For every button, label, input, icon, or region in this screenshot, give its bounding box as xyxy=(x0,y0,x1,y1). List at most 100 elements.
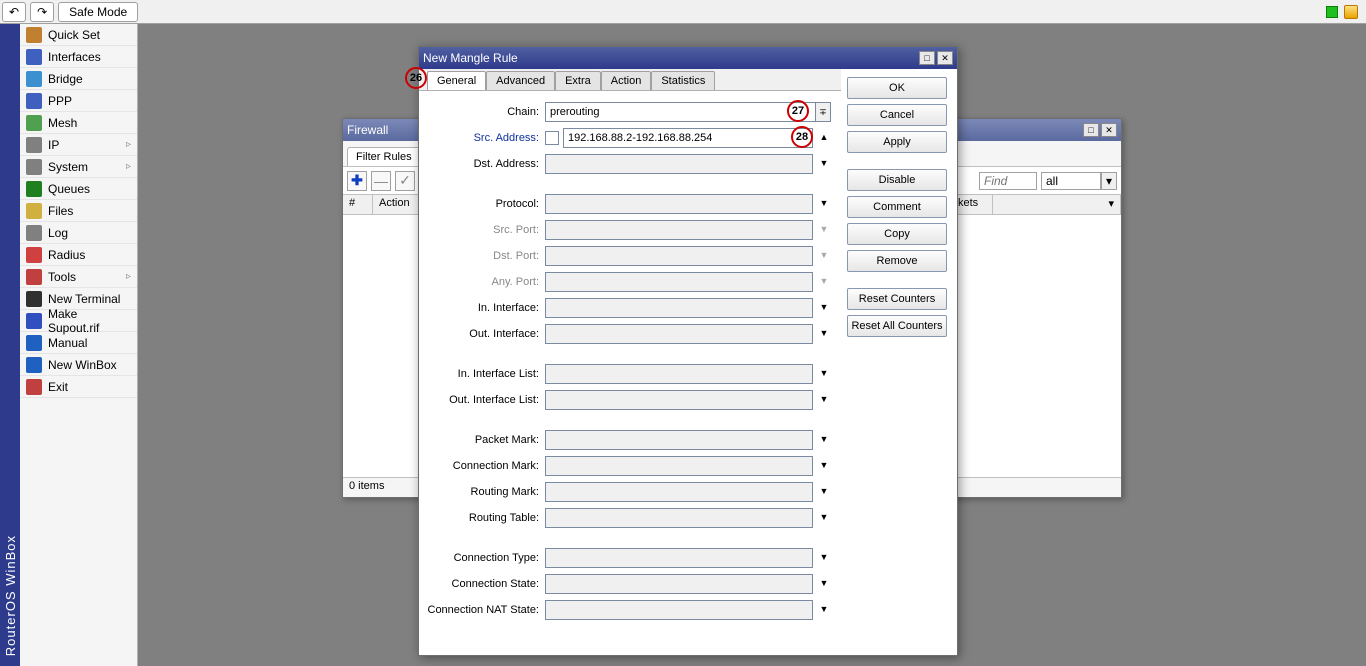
expand-icon[interactable]: ▼ xyxy=(817,456,831,476)
menu-label: Queues xyxy=(48,182,90,196)
disable-button[interactable]: Disable xyxy=(847,169,947,191)
close-button[interactable]: ✕ xyxy=(1101,123,1117,137)
top-toolbar: ↶ ↷ Safe Mode xyxy=(0,0,1366,24)
column-header[interactable]: # xyxy=(343,195,373,214)
menu-label: System xyxy=(48,160,88,174)
menu-icon xyxy=(26,93,42,109)
out-iface-list-input[interactable] xyxy=(545,390,813,410)
mangle-button-column: OK Cancel Apply Disable Comment Copy Remove Res… xyxy=(841,69,957,655)
undo-button[interactable]: ↶ xyxy=(2,2,26,22)
menu-item-exit[interactable]: Exit xyxy=(20,376,137,398)
menu-item-new-winbox[interactable]: New WinBox xyxy=(20,354,137,376)
expand-icon[interactable]: ▼ xyxy=(817,548,831,568)
minimize-button[interactable]: □ xyxy=(1083,123,1099,137)
conn-nat-state-input[interactable] xyxy=(545,600,813,620)
menu-item-bridge[interactable]: Bridge xyxy=(20,68,137,90)
mangle-tab-action[interactable]: Action xyxy=(601,71,652,90)
out-iface-list-label: Out. Interface List: xyxy=(421,394,545,406)
enable-button[interactable]: ✓ xyxy=(395,171,415,191)
ok-button[interactable]: OK xyxy=(847,77,947,99)
menu-label: IP xyxy=(48,138,59,152)
in-iface-list-input[interactable] xyxy=(545,364,813,384)
in-interface-input[interactable] xyxy=(545,298,813,318)
menu-icon xyxy=(26,313,42,329)
src-address-label: Src. Address: xyxy=(421,132,545,144)
routing-mark-label: Routing Mark: xyxy=(421,486,545,498)
safe-mode-button[interactable]: Safe Mode xyxy=(58,2,138,22)
remove-button[interactable]: Remove xyxy=(847,250,947,272)
cancel-button[interactable]: Cancel xyxy=(847,104,947,126)
menu-item-quick-set[interactable]: Quick Set xyxy=(20,24,137,46)
redo-button[interactable]: ↷ xyxy=(30,2,54,22)
expand-icon[interactable]: ▼ xyxy=(817,324,831,344)
mangle-tab-extra[interactable]: Extra xyxy=(555,71,601,90)
menu-icon xyxy=(26,27,42,43)
mangle-tab-advanced[interactable]: Advanced xyxy=(486,71,555,90)
chain-input[interactable] xyxy=(545,102,816,122)
reset-all-counters-button[interactable]: Reset All Counters xyxy=(847,315,947,337)
menu-item-ppp[interactable]: PPP xyxy=(20,90,137,112)
menu-item-mesh[interactable]: Mesh xyxy=(20,112,137,134)
conn-state-input[interactable] xyxy=(545,574,813,594)
expand-icon[interactable]: ▼ xyxy=(817,154,831,174)
menu-item-manual[interactable]: Manual xyxy=(20,332,137,354)
menu-item-interfaces[interactable]: Interfaces xyxy=(20,46,137,68)
packet-mark-input[interactable] xyxy=(545,430,813,450)
menu-item-make-supout-rif[interactable]: Make Supout.rif xyxy=(20,310,137,332)
menu-item-tools[interactable]: Tools▹ xyxy=(20,266,137,288)
menu-item-queues[interactable]: Queues xyxy=(20,178,137,200)
columns-menu-icon[interactable]: ▾ xyxy=(993,195,1121,214)
add-button[interactable]: ✚ xyxy=(347,171,367,191)
menu-label: Exit xyxy=(48,380,68,394)
routing-mark-input[interactable] xyxy=(545,482,813,502)
reset-counters-button[interactable]: Reset Counters xyxy=(847,288,947,310)
menu-item-system[interactable]: System▹ xyxy=(20,156,137,178)
any-port-label: Any. Port: xyxy=(421,276,545,288)
copy-button[interactable]: Copy xyxy=(847,223,947,245)
expand-icon[interactable]: ▼ xyxy=(817,600,831,620)
apply-button[interactable]: Apply xyxy=(847,131,947,153)
menu-item-radius[interactable]: Radius xyxy=(20,244,137,266)
menu-icon xyxy=(26,49,42,65)
src-address-input[interactable] xyxy=(563,128,813,148)
close-button[interactable]: ✕ xyxy=(937,51,953,65)
minimize-button[interactable]: □ xyxy=(919,51,935,65)
menu-item-ip[interactable]: IP▹ xyxy=(20,134,137,156)
submenu-indicator-icon: ▹ xyxy=(126,271,131,282)
expand-icon[interactable]: ▼ xyxy=(817,508,831,528)
src-address-not-checkbox[interactable] xyxy=(545,131,559,145)
expand-icon[interactable]: ▼ xyxy=(817,574,831,594)
protocol-label: Protocol: xyxy=(421,198,545,210)
firewall-tab-filter-rules[interactable]: Filter Rules xyxy=(347,147,421,166)
filter-scope-select[interactable]: all xyxy=(1041,172,1101,190)
expand-icon[interactable]: ▼ xyxy=(817,364,831,384)
find-input[interactable] xyxy=(979,172,1037,190)
expand-icon[interactable]: ▼ xyxy=(817,482,831,502)
routing-table-input[interactable] xyxy=(545,508,813,528)
expand-icon[interactable]: ▼ xyxy=(817,430,831,450)
protocol-input[interactable] xyxy=(545,194,813,214)
src-port-label: Src. Port: xyxy=(421,224,545,236)
src-address-toggle-icon[interactable]: ▲ xyxy=(817,128,831,148)
out-interface-input[interactable] xyxy=(545,324,813,344)
menu-icon xyxy=(26,115,42,131)
app-name-label: RouterOS WinBox xyxy=(3,525,18,666)
menu-item-files[interactable]: Files xyxy=(20,200,137,222)
mangle-tab-statistics[interactable]: Statistics xyxy=(651,71,715,90)
filter-scope-dropdown-icon[interactable]: ▾ xyxy=(1101,172,1117,190)
dst-address-input[interactable] xyxy=(545,154,813,174)
menu-label: PPP xyxy=(48,94,72,108)
mangle-tab-general[interactable]: General xyxy=(427,71,486,90)
comment-button[interactable]: Comment xyxy=(847,196,947,218)
conn-type-input[interactable] xyxy=(545,548,813,568)
mangle-titlebar[interactable]: New Mangle Rule □ ✕ xyxy=(419,47,957,69)
remove-button[interactable]: — xyxy=(371,171,391,191)
expand-icon[interactable]: ▼ xyxy=(817,194,831,214)
expand-icon[interactable]: ▼ xyxy=(817,390,831,410)
chain-dropdown-icon[interactable]: ∓ xyxy=(815,102,831,122)
callout-26: 26 xyxy=(405,67,427,89)
status-connected-icon xyxy=(1326,6,1338,18)
connection-mark-input[interactable] xyxy=(545,456,813,476)
expand-icon[interactable]: ▼ xyxy=(817,298,831,318)
menu-item-log[interactable]: Log xyxy=(20,222,137,244)
